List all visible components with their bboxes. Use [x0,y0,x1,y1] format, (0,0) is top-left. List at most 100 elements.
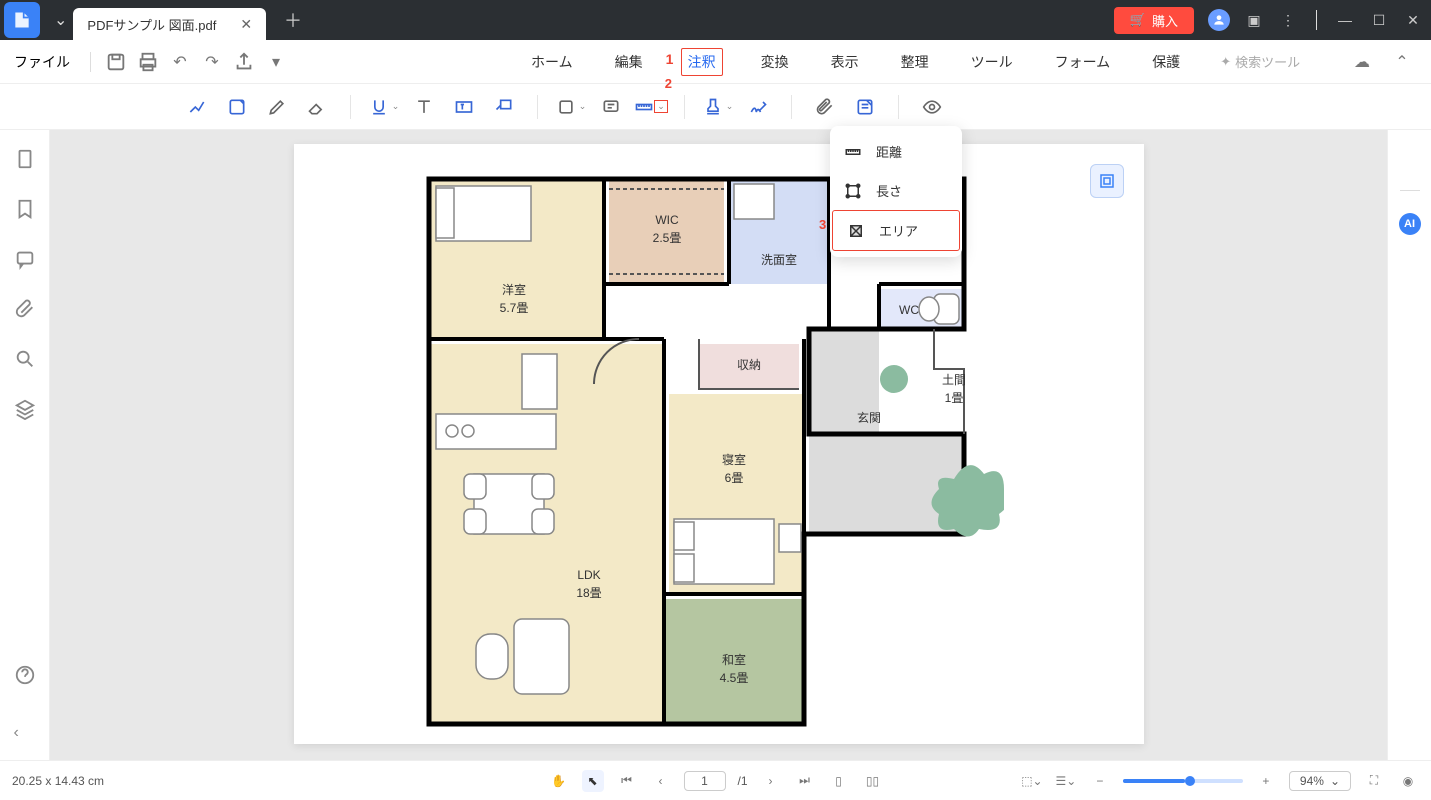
title-bar: ⌄ PDFサンプル 図面.pdf ✕ ＋ 🛒 購入 ▣ ⋮ — ☐ ✕ [0,0,1431,40]
ai-badge[interactable]: AI [1399,213,1421,235]
menu-file[interactable]: ファイル [8,52,76,72]
zoom-in-icon[interactable]: + [1255,770,1277,792]
comments-icon[interactable] [14,248,36,270]
menu-edit[interactable]: 編集 [611,48,647,76]
highlight-tool[interactable] [180,90,214,124]
measure-dropdown-icon[interactable]: ⌄ [654,100,668,113]
more-icon[interactable]: ⋮ [1278,12,1298,29]
fit-width-icon[interactable]: ⬚⌄ [1021,770,1043,792]
stamp-tool[interactable]: ⌄ [701,90,735,124]
text-tool[interactable] [407,90,441,124]
zoom-dropdown-icon[interactable]: ⌄ [1330,774,1340,788]
menu-organize[interactable]: 整理 [897,48,933,76]
hide-annotations-tool[interactable] [915,90,949,124]
fullscreen-icon[interactable]: ⛶ [1363,770,1385,792]
measure-area-item[interactable]: 3 エリア [832,210,960,251]
measure-distance-item[interactable]: 距離 [830,132,962,171]
minimize-button[interactable]: — [1335,12,1355,28]
share-icon[interactable] [233,51,255,73]
menu-form[interactable]: フォーム [1051,48,1115,76]
user-avatar[interactable] [1208,9,1230,31]
zoom-out-icon[interactable]: − [1089,770,1111,792]
measure-tool[interactable]: 2 ⌄ [634,90,668,124]
undo-icon[interactable]: ↶ [169,51,191,73]
pencil-tool[interactable] [260,90,294,124]
menu-bar: ファイル ↶ ↷ ▾ ホーム 編集 1 注釈 変換 表示 整理 ツール フォーム… [0,40,1431,84]
textbox-tool[interactable] [447,90,481,124]
label-wc: WC [899,303,919,317]
separator [1316,10,1317,30]
menu-protect[interactable]: 保護 [1148,48,1184,76]
select-tool-icon[interactable]: ⬉ [581,770,603,792]
separator [898,95,899,119]
quick-dropdown-icon[interactable]: ▾ [265,51,287,73]
redo-icon[interactable]: ↷ [201,51,223,73]
tab-close-icon[interactable]: ✕ [240,16,252,33]
panel-icon[interactable]: ▣ [1244,12,1264,29]
label-bedroom-west-size: 5.7畳 [499,301,528,315]
callout-tool[interactable] [487,90,521,124]
search-icon[interactable] [14,348,36,370]
thumbnails-icon[interactable] [14,148,36,170]
label-wic-size: 2.5畳 [652,231,681,245]
new-tab-button[interactable]: ＋ [284,7,302,33]
app-logo[interactable] [4,2,40,38]
floor-plan: WIC 2.5畳 洋室 5.7畳 洗面室 WC 収納 土間 1畳 玄関 寝室 6… [424,174,1004,729]
cloud-sync-icon[interactable]: ☁ [1351,51,1373,73]
two-page-icon[interactable]: ▯▯ [862,770,884,792]
document-canvas[interactable]: WIC 2.5畳 洋室 5.7畳 洗面室 WC 収納 土間 1畳 玄関 寝室 6… [50,130,1387,760]
measure-perimeter-item[interactable]: 長さ [830,171,962,210]
bookmarks-icon[interactable] [14,198,36,220]
cart-icon: 🛒 [1130,12,1146,28]
menu-annotate[interactable]: 1 注釈 [681,48,723,76]
layers-icon[interactable] [14,398,36,420]
zoom-value: 94% [1300,774,1324,788]
menu-view[interactable]: 表示 [827,48,863,76]
menu-home[interactable]: ホーム [527,48,577,76]
search-tools[interactable]: ✦ 検索ツール [1220,52,1300,71]
right-sidebar: AI A字 [1387,130,1431,760]
single-page-icon[interactable]: ▯ [828,770,850,792]
zoom-slider[interactable] [1123,779,1243,783]
note-tool[interactable] [594,90,628,124]
save-icon[interactable] [105,51,127,73]
first-page-icon[interactable]: ⏮ [615,770,637,792]
help-icon[interactable] [14,664,36,686]
callout-1: 1 [666,51,674,67]
print-icon[interactable] [137,51,159,73]
left-sidebar: ‹ [0,130,50,760]
dd-distance-label: 距離 [876,142,902,161]
attachments-icon[interactable] [14,298,36,320]
close-window-button[interactable]: ✕ [1403,12,1423,29]
menu-convert[interactable]: 変換 [757,48,793,76]
label-ldk-size: 18畳 [576,586,601,600]
buy-button[interactable]: 🛒 購入 [1114,7,1194,34]
attachment-tool[interactable] [808,90,842,124]
last-page-icon[interactable]: ⏭ [794,770,816,792]
underline-tool[interactable]: ⌄ [367,90,401,124]
maximize-button[interactable]: ☐ [1369,12,1389,29]
main-menu: ホーム 編集 1 注釈 変換 表示 整理 ツール フォーム 保護 [527,48,1184,76]
measure-dropdown: 距離 長さ 3 エリア [830,126,962,257]
page-input[interactable]: 1 [683,771,725,791]
read-mode-icon[interactable]: ☰⌄ [1055,770,1077,792]
comment-list-tool[interactable] [848,90,882,124]
reading-mode-icon[interactable]: ◉ [1397,770,1419,792]
document-tab[interactable]: PDFサンプル 図面.pdf ✕ [73,8,266,40]
fit-page-button[interactable] [1090,164,1124,198]
menu-tools[interactable]: ツール [967,48,1017,76]
area-highlight-tool[interactable] [220,90,254,124]
tab-list-chevron-icon[interactable]: ⌄ [54,10,67,30]
collapse-left-icon[interactable]: ‹ [14,724,36,746]
callout-2: 2 [665,76,672,91]
label-ldk: LDK [577,568,600,582]
signature-tool[interactable] [741,90,775,124]
eraser-tool[interactable] [300,90,334,124]
collapse-ribbon-icon[interactable]: ⌃ [1391,51,1413,73]
next-page-icon[interactable]: › [760,770,782,792]
sparkle-icon: ✦ [1220,54,1231,70]
hand-tool-icon[interactable]: ✋ [547,770,569,792]
prev-page-icon[interactable]: ‹ [649,770,671,792]
shape-tool[interactable]: ⌄ [554,90,588,124]
zoom-value-box[interactable]: 94% ⌄ [1289,771,1351,791]
